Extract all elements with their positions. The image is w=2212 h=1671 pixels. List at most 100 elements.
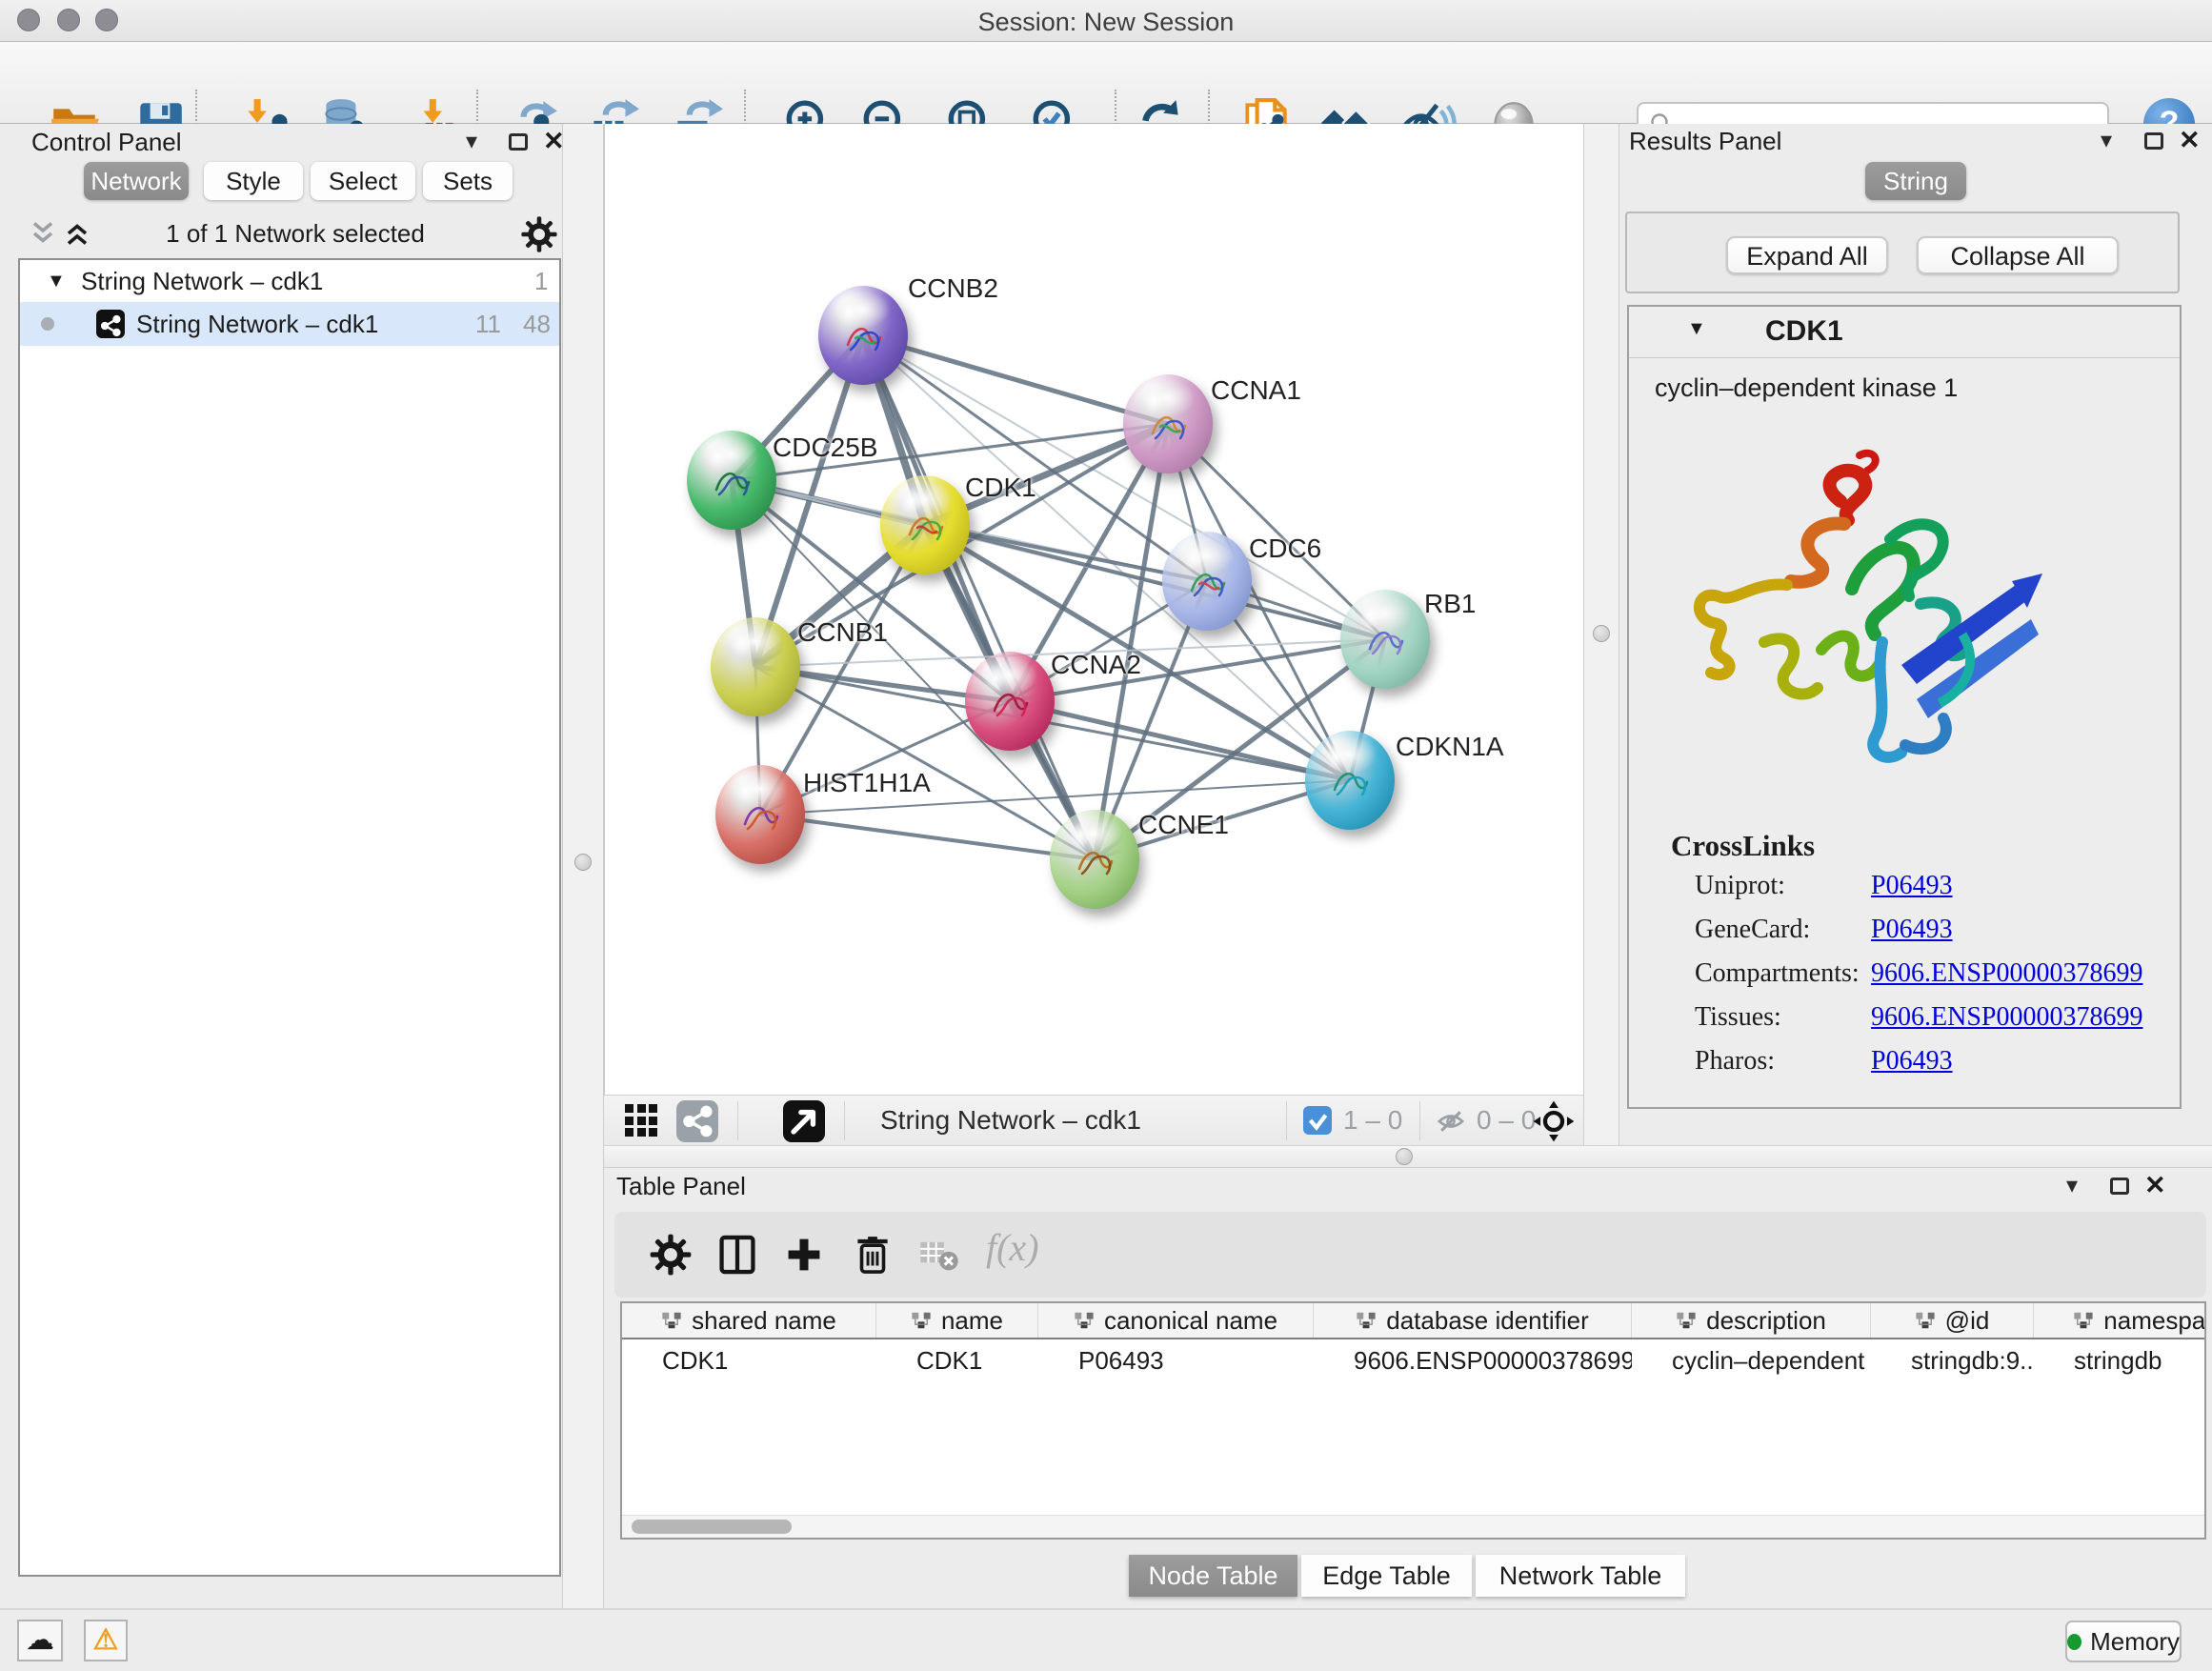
tab-sets[interactable]: Sets [423,162,513,200]
horizontal-splitter[interactable] [604,1145,2212,1168]
node-label-ccnb2: CCNB2 [908,273,998,304]
hidden-counts: 0 – 0 [1477,1105,1536,1136]
crosslink-row: Compartments:9606.ENSP00000378699 [1695,958,1860,989]
table-cell[interactable]: CDK1 [876,1341,1038,1379]
control-panel-float-icon[interactable] [509,133,528,151]
table-toolbar: f(x) [614,1212,2206,1298]
crosslink-link[interactable]: P06493 [1871,1046,1953,1077]
center-view-icon[interactable] [1532,1099,1576,1148]
column-header-name[interactable]: name [876,1303,1038,1338]
table-cell[interactable]: 9606.ENSP00000378699 [1314,1341,1632,1379]
column-header-canonicalname[interactable]: canonical name [1038,1303,1314,1338]
splitter-handle[interactable] [1593,625,1610,642]
tab-style[interactable]: Style [204,162,303,200]
warning-button[interactable]: ⚠ [84,1620,128,1661]
left-splitter[interactable] [562,124,604,1608]
table-cell[interactable]: CDK1 [622,1341,876,1379]
table-cell[interactable]: P06493 [1038,1341,1314,1379]
tab-edge-table[interactable]: Edge Table [1301,1555,1472,1597]
node-label-cdc25b: CDC25B [773,433,877,463]
string-view-icon[interactable] [676,1100,718,1142]
network-row-selected[interactable]: String Network – cdk1 11 48 [20,302,559,346]
network-collection-row[interactable]: ▼ String Network – cdk1 1 [20,260,559,302]
node-gloss [1357,594,1412,633]
network-node-cdkn1a[interactable] [1305,731,1395,830]
gear-icon[interactable] [520,215,558,258]
column-header-namespace[interactable]: namespace [2034,1303,2206,1338]
node-gloss [981,656,1036,695]
expand-all-tree-icon[interactable] [63,219,91,252]
network-node-ccna2[interactable] [965,652,1055,751]
column-header-label: name [941,1306,1003,1336]
column-header-databaseidentifier[interactable]: database identifier [1314,1303,1632,1338]
table-panel-close-icon[interactable]: ✕ [2144,1171,2166,1200]
table-cell[interactable]: stringdb [2034,1341,2206,1379]
table-panel-menu-icon[interactable]: ▾ [2066,1172,2078,1199]
table-cell[interactable]: cyclin–dependent ... [1632,1341,1871,1379]
network-node-ccna1[interactable] [1123,374,1213,473]
collapse-all-button[interactable]: Collapse All [1917,236,2119,274]
memory-button[interactable]: Memory [2065,1621,2182,1662]
column-type-icon [2073,1310,2094,1331]
table-cell[interactable]: stringdb:9... [1871,1341,2034,1379]
crosslinks-heading: CrossLinks [1671,829,1815,863]
crosslink-row: Pharos:P06493 [1695,1046,1775,1077]
tab-node-table[interactable]: Node Table [1129,1555,1297,1597]
show-columns-icon[interactable] [715,1233,759,1277]
network-node-cdc6[interactable] [1162,532,1252,631]
node-label-hist1h1a: HIST1H1A [803,768,931,798]
network-node-rb1[interactable] [1340,590,1430,689]
network-node-cdk1[interactable] [880,475,970,574]
gear-icon[interactable] [649,1233,693,1277]
table-panel-float-icon[interactable] [2110,1178,2129,1195]
network-node-cdc25b[interactable] [687,431,776,530]
tab-string[interactable]: String [1865,162,1966,200]
footer-separator [844,1101,845,1140]
detach-view-icon[interactable] [783,1100,825,1142]
crosslink-link[interactable]: P06493 [1871,871,1953,901]
string-app-icon [96,310,125,338]
column-header-sharedname[interactable]: shared name [622,1303,876,1338]
crosslink-link[interactable]: P06493 [1871,915,1953,945]
add-column-icon[interactable] [782,1233,826,1277]
table-row[interactable]: CDK1CDK1P064939606.ENSP00000378699cyclin… [622,1341,2206,1379]
network-node-ccnb1[interactable] [711,617,800,716]
right-splitter[interactable] [1583,124,1619,1145]
splitter-handle[interactable] [1396,1148,1413,1165]
cloud-button[interactable]: ☁ [17,1620,63,1661]
delete-column-icon[interactable] [851,1233,895,1277]
control-panel-menu-icon[interactable]: ▾ [466,128,477,155]
column-header-description[interactable]: description [1632,1303,1871,1338]
status-bar: ☁ ⚠ Memory [0,1608,2212,1671]
node-label-cdc6: CDC6 [1249,534,1321,564]
results-panel-float-icon[interactable] [2144,132,2163,150]
table-horizontal-scrollbar[interactable] [622,1515,2204,1538]
node-count: 11 [475,302,501,346]
results-panel-close-icon[interactable]: ✕ [2179,126,2201,155]
cloud-icon: ☁ [26,1624,54,1656]
tab-network[interactable]: Network [84,162,189,200]
network-canvas[interactable]: CCNB2CCNA1CDC25BCDK1CDC6RB1CCNB1CCNA2CDK… [604,124,1583,1095]
tab-select[interactable]: Select [311,162,415,200]
collapse-all-tree-icon[interactable] [29,219,57,252]
crosslink-row: Tissues:9606.ENSP00000378699 [1695,1002,1781,1033]
network-collection-label: String Network – cdk1 [81,260,323,302]
splitter-handle[interactable] [574,854,592,871]
column-header-id[interactable]: @id [1871,1303,2034,1338]
scrollbar-thumb[interactable] [632,1520,792,1534]
gene-description: cyclin–dependent kinase 1 [1655,373,1958,403]
selected-nodes-checkbox[interactable] [1303,1106,1332,1135]
network-node-ccne1[interactable] [1050,810,1139,909]
gene-section-header[interactable]: ▼ CDK1 [1629,307,2180,358]
network-node-ccnb2[interactable] [818,286,908,385]
crosslink-link[interactable]: 9606.ENSP00000378699 [1871,1002,2142,1033]
crosslink-link[interactable]: 9606.ENSP00000378699 [1871,958,2142,989]
birds-eye-view-icon[interactable] [625,1104,657,1137]
network-list: ▼ String Network – cdk1 1 String Network… [18,258,561,1577]
tree-expand-icon[interactable]: ▼ [47,260,66,302]
expand-all-button[interactable]: Expand All [1726,236,1888,274]
tab-network-table[interactable]: Network Table [1476,1555,1685,1597]
results-panel-menu-icon[interactable]: ▾ [2101,127,2112,154]
section-collapse-icon[interactable]: ▼ [1687,318,1706,340]
network-node-hist1h1a[interactable] [715,765,805,864]
